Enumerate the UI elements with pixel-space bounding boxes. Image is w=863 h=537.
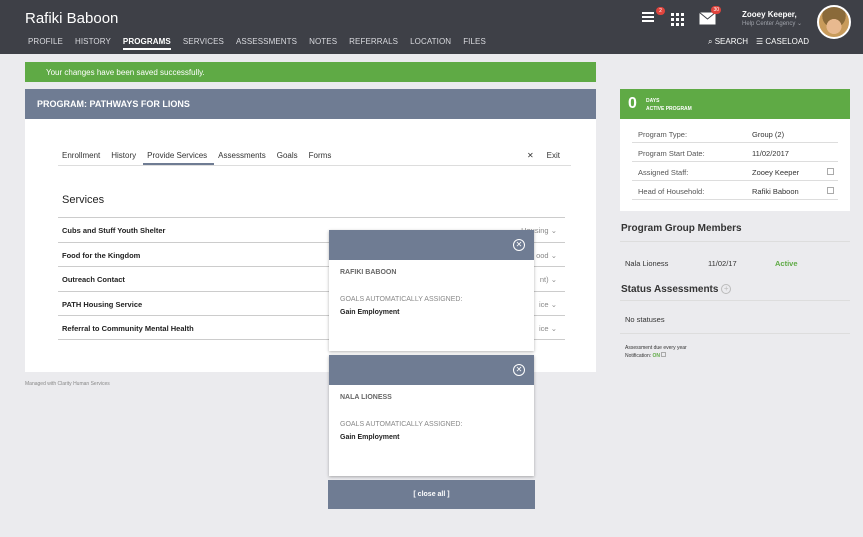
tab-history[interactable]: History (107, 149, 143, 165)
member-date: 11/02/17 (708, 259, 737, 268)
nav-assessments[interactable]: ASSESSMENTS (236, 37, 297, 50)
chevron-down-icon: ⌄ (550, 250, 557, 260)
popup-goal: Gain Employment (340, 309, 400, 316)
chevron-down-icon: ⌄ (550, 275, 557, 284)
service-type: ice ⌄ (539, 324, 557, 333)
nav-services[interactable]: SERVICES (183, 37, 224, 50)
services-heading: Services (62, 194, 105, 206)
top-header: Rafiki Baboon PROFILE HISTORY PROGRAMS S… (0, 0, 863, 54)
edit-icon[interactable] (827, 168, 834, 175)
apps-grid-icon[interactable] (671, 13, 689, 31)
close-all-button[interactable]: [ close all ] (328, 480, 535, 509)
caseload-link[interactable]: ☰ CASELOAD (756, 37, 809, 46)
menu-icon: ☰ (756, 37, 764, 46)
tab-assessments[interactable]: Assessments (214, 149, 273, 165)
edit-icon[interactable] (827, 187, 834, 194)
client-name: Rafiki Baboon (25, 10, 119, 27)
search-icon: ⌕ (708, 37, 713, 46)
popup-client-name: NALA LIONESS (340, 394, 392, 401)
service-name: Food for the Kingdom (62, 250, 141, 260)
member-name: Nala Lioness (625, 259, 669, 268)
no-statuses-text: No statuses (625, 315, 665, 324)
popup-goals-label: GOALS AUTOMATICALLY ASSIGNED: (340, 421, 463, 428)
tab-enrollment[interactable]: Enrollment (58, 149, 107, 165)
popup-client-name: RAFIKI BABOON (340, 269, 397, 276)
chevron-down-icon: ⌄ (797, 21, 803, 27)
nav-programs[interactable]: PROGRAMS (122, 37, 171, 50)
service-name: Referral to Community Mental Health (62, 324, 194, 333)
avatar[interactable] (817, 5, 851, 39)
alerts-badge: 2 (656, 7, 665, 15)
success-banner: Your changes have been saved successfull… (25, 62, 596, 82)
days-active-box: 0 DAYS ACTIVE PROGRAM (620, 89, 850, 119)
tab-goals[interactable]: Goals (273, 149, 305, 165)
user-agency[interactable]: Help Center Agency ⌄ (742, 20, 802, 27)
tab-provide-services[interactable]: Provide Services (143, 149, 215, 165)
user-name[interactable]: Zooey Keeper, (742, 10, 797, 19)
notification-line: Notification: ON (625, 352, 667, 359)
divider (620, 333, 850, 334)
nav-profile[interactable]: PROFILE (28, 37, 63, 50)
alerts-icon[interactable]: 2 (641, 7, 665, 28)
tab-forms[interactable]: Forms (305, 149, 339, 165)
info-row-head-of-household: Head of Household: Rafiki Baboon (632, 181, 838, 200)
popup-header: ✕ (329, 230, 534, 260)
assessment-due-text: Assessment due every year (625, 345, 687, 351)
messages-badge: 30 (711, 6, 721, 14)
group-member-row[interactable]: Nala Lioness 11/02/17 Active (620, 252, 850, 274)
program-info-box: Program Type: Group (2) Program Start Da… (620, 119, 850, 211)
service-name: Cubs and Stuff Youth Shelter (62, 226, 166, 235)
goals-popup: ✕ NALA LIONESS GOALS AUTOMATICALLY ASSIG… (329, 355, 534, 476)
nav-files[interactable]: FILES (463, 37, 486, 50)
divider (620, 241, 850, 242)
edit-icon[interactable] (661, 352, 667, 357)
service-type: ood ⌄ (536, 250, 557, 260)
divider (620, 300, 850, 301)
search-link[interactable]: ⌕ SEARCH (708, 37, 748, 47)
chevron-down-icon: ⌄ (550, 226, 557, 235)
chevron-down-icon: ⌄ (550, 299, 557, 309)
close-icon[interactable]: ✕ (513, 239, 525, 251)
program-title: PROGRAM: PATHWAYS FOR LIONS (25, 89, 596, 119)
service-name: Outreach Contact (62, 275, 125, 284)
nav-referrals[interactable]: REFERRALS (349, 37, 398, 50)
group-members-title: Program Group Members (621, 223, 742, 234)
member-status: Active (775, 259, 798, 268)
close-icon: ✕ (527, 151, 534, 160)
managed-with-note: Managed with Clarity Human Services (25, 381, 110, 387)
program-tabs: Enrollment History Provide Services Asse… (58, 149, 571, 166)
info-row-start-date: Program Start Date: 11/02/2017 (632, 143, 838, 162)
status-assessments-title: Status Assessments + (621, 284, 732, 295)
goals-popup: ✕ RAFIKI BABOON GOALS AUTOMATICALLY ASSI… (329, 230, 534, 351)
exit-button[interactable]: ✕ Exit (523, 151, 567, 160)
messages-icon[interactable]: 30 (699, 6, 721, 30)
service-type: ice ⌄ (539, 299, 557, 309)
nav-location[interactable]: LOCATION (410, 37, 451, 50)
service-name: PATH Housing Service (62, 299, 143, 309)
client-nav: PROFILE HISTORY PROGRAMS SERVICES ASSESS… (28, 37, 498, 50)
days-count: 0 (628, 95, 637, 112)
days-label: DAYS ACTIVE PROGRAM (646, 98, 692, 112)
info-row-assigned-staff: Assigned Staff: Zooey Keeper (632, 162, 838, 181)
popup-header: ✕ (329, 355, 534, 385)
popup-goal: Gain Employment (340, 434, 400, 441)
service-type: nt) ⌄ (539, 275, 557, 284)
nav-notes[interactable]: NOTES (309, 37, 337, 50)
nav-history[interactable]: HISTORY (75, 37, 111, 50)
popup-goals-label: GOALS AUTOMATICALLY ASSIGNED: (340, 296, 463, 303)
chevron-down-icon: ⌄ (550, 324, 557, 333)
close-icon[interactable]: ✕ (513, 364, 525, 376)
info-row-program-type: Program Type: Group (2) (632, 124, 838, 143)
notification-value[interactable]: ON (653, 353, 661, 359)
add-icon[interactable]: + (721, 284, 732, 295)
